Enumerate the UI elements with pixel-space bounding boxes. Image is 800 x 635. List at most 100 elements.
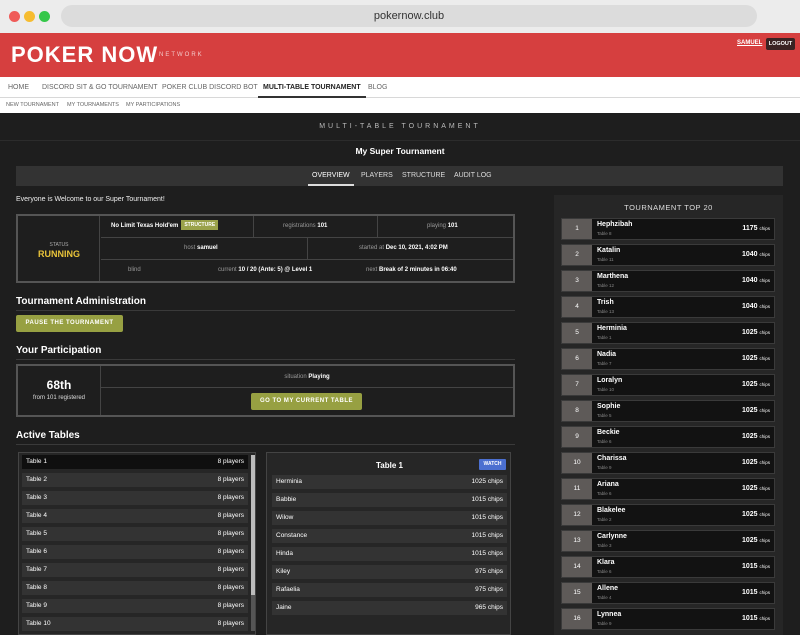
url-bar[interactable]: pokernow.club bbox=[61, 5, 757, 27]
leaderboard-table: Table 5 bbox=[597, 413, 612, 418]
started-at: started at Dec 10, 2021, 4:02 PM bbox=[359, 245, 448, 251]
subnav-my-participations[interactable]: MY PARTICIPATIONS bbox=[126, 98, 180, 113]
leaderboard-name: Sophie bbox=[597, 403, 621, 410]
leaderboard-rank: 15 bbox=[562, 583, 592, 603]
leaderboard-row[interactable]: 15 Allene Table 4 1015 chips bbox=[561, 582, 775, 604]
table-row[interactable]: Table 48 players bbox=[22, 509, 248, 523]
leaderboard-rank: 12 bbox=[562, 505, 592, 525]
tournament-tabs: OVERVIEW PLAYERS STRUCTURE AUDIT LOG bbox=[16, 166, 783, 186]
close-window-dot[interactable] bbox=[9, 11, 20, 22]
leaderboard-row[interactable]: 12 Blakelee Table 2 1025 chips bbox=[561, 504, 775, 526]
tab-players[interactable]: PLAYERS bbox=[361, 166, 393, 186]
registrations: registrations 101 bbox=[283, 223, 328, 229]
leaderboard-row[interactable]: 6 Nadia Table 7 1025 chips bbox=[561, 348, 775, 370]
leaderboard-chips: 1025 chips bbox=[741, 511, 770, 518]
table-row[interactable]: Table 18 players bbox=[22, 455, 248, 469]
leaderboard-table: Table 9 bbox=[597, 465, 612, 470]
leaderboard-rank: 7 bbox=[562, 375, 592, 395]
leaderboard-chips: 1025 chips bbox=[741, 485, 770, 492]
table-row[interactable]: Table 98 players bbox=[22, 599, 248, 613]
leaderboard-row[interactable]: 14 Klara Table 6 1015 chips bbox=[561, 556, 775, 578]
leaderboard-rank: 1 bbox=[562, 219, 592, 239]
leaderboard-name: Ariana bbox=[597, 481, 619, 488]
table-row[interactable]: Table 58 players bbox=[22, 527, 248, 541]
playing-count: playing 101 bbox=[427, 223, 458, 229]
leaderboard-row[interactable]: 3 Marthena Table 12 1040 chips bbox=[561, 270, 775, 292]
leaderboard-table: Table 7 bbox=[597, 361, 612, 366]
nav-home[interactable]: HOME bbox=[8, 77, 29, 98]
leaderboard-name: Lynnea bbox=[597, 611, 622, 618]
leaderboard-row[interactable]: 2 Katalin Table 11 1040 chips bbox=[561, 244, 775, 266]
top20-panel: TOURNAMENT TOP 20 1 Hephzibah Table 8 1175 … bbox=[554, 195, 783, 635]
table-row[interactable]: Table 10 8 players bbox=[22, 617, 248, 631]
leaderboard-chips: 1040 chips bbox=[741, 303, 770, 310]
section-band: MULTI-TABLE TOURNAMENT bbox=[0, 113, 800, 141]
pause-tournament-button[interactable]: PAUSE THE TOURNAMENT bbox=[16, 315, 123, 332]
subnav-new-tournament[interactable]: NEW TOURNAMENT bbox=[6, 98, 59, 113]
table-row[interactable]: Table 88 players bbox=[22, 581, 248, 595]
site-logo[interactable]: POKER NOW bbox=[11, 42, 158, 68]
tournament-status-box: STATUS RUNNING No Limit Texas Hold'em STR… bbox=[16, 214, 515, 283]
leaderboard-row[interactable]: 13 Carlynne Table 3 1025 chips bbox=[561, 530, 775, 552]
leaderboard-table: Table 12 bbox=[597, 283, 615, 288]
leaderboard-name: Allene bbox=[597, 585, 619, 592]
leaderboard-name: Trish bbox=[597, 299, 614, 306]
structure-button[interactable]: STRUCTURE bbox=[181, 220, 219, 231]
leaderboard-row[interactable]: 4 Trish Table 13 1040 chips bbox=[561, 296, 775, 318]
leaderboard-chips: 1015 chips bbox=[741, 563, 770, 570]
table-row[interactable]: Table 78 players bbox=[22, 563, 248, 577]
main-nav: HOME DISCORD SIT & GO TOURNAMENT POKER C… bbox=[0, 77, 800, 98]
leaderboard-row[interactable]: 5 Herminia Table 1 1025 chips bbox=[561, 322, 775, 344]
leaderboard-rank: 10 bbox=[562, 453, 592, 473]
leaderboard-name: Herminia bbox=[597, 325, 627, 332]
leaderboard-rank: 8 bbox=[562, 401, 592, 421]
nav-multi-table-tournament[interactable]: MULTI-TABLE TOURNAMENT bbox=[258, 77, 366, 98]
leaderboard-chips: 1175 chips bbox=[742, 225, 770, 232]
nav-blog[interactable]: BLOG bbox=[368, 77, 387, 98]
maximize-window-dot[interactable] bbox=[39, 11, 50, 22]
leaderboard-table: Table 4 bbox=[597, 595, 612, 600]
network-label: NETWORK bbox=[159, 52, 204, 58]
leaderboard-chips: 1025 chips bbox=[741, 459, 770, 466]
leaderboard-row[interactable]: 7 Loralyn Table 10 1025 chips bbox=[561, 374, 775, 396]
go-to-current-table-button[interactable]: GO TO MY CURRENT TABLE bbox=[251, 393, 362, 410]
table-row[interactable]: Table 28 players bbox=[22, 473, 248, 487]
leaderboard-name: Marthena bbox=[597, 273, 629, 280]
game-type: No Limit Texas Hold'em STRUCTURE bbox=[111, 216, 219, 237]
participation-heading: Your Participation bbox=[16, 345, 102, 356]
site-header: POKER NOW NETWORK SAMUEL LOGOUT bbox=[0, 33, 800, 77]
leaderboard-row[interactable]: 8 Sophie Table 5 1025 chips bbox=[561, 400, 775, 422]
player-row: Herminia 1025 chips bbox=[272, 475, 507, 489]
leaderboard-table: Table 8 bbox=[597, 231, 612, 236]
blind-label: blind bbox=[128, 267, 141, 273]
player-row: Babbie 1015 chips bbox=[272, 493, 507, 507]
leaderboard-row[interactable]: 10 Charissa Table 9 1025 chips bbox=[561, 452, 775, 474]
leaderboard-chips: 1025 chips bbox=[741, 329, 770, 336]
nav-discord-bot[interactable]: POKER CLUB DISCORD BOT bbox=[162, 77, 258, 98]
watch-button[interactable]: WATCH bbox=[479, 459, 506, 470]
user-link[interactable]: SAMUEL bbox=[737, 40, 762, 46]
tab-overview[interactable]: OVERVIEW bbox=[308, 166, 354, 186]
subnav-my-tournaments[interactable]: MY TOURNAMENTS bbox=[67, 98, 119, 113]
minimize-window-dot[interactable] bbox=[24, 11, 35, 22]
nav-discord-sit-go[interactable]: DISCORD SIT & GO TOURNAMENT bbox=[42, 77, 158, 98]
logout-button[interactable]: LOGOUT bbox=[766, 38, 795, 50]
leaderboard-row[interactable]: 9 Beckie Table 6 1025 chips bbox=[561, 426, 775, 448]
tables-scrollbar-thumb[interactable] bbox=[251, 455, 255, 595]
leaderboard-row[interactable]: 1 Hephzibah Table 8 1175 chips bbox=[561, 218, 775, 240]
leaderboard-table: Table 13 bbox=[597, 309, 615, 314]
leaderboard-chips: 1015 chips bbox=[741, 589, 770, 596]
table-row[interactable]: Table 38 players bbox=[22, 491, 248, 505]
tab-structure[interactable]: STRUCTURE bbox=[402, 166, 445, 186]
table-row[interactable]: Table 68 players bbox=[22, 545, 248, 559]
player-row: Jaine 965 chips bbox=[272, 601, 507, 615]
leaderboard-chips: 1025 chips bbox=[741, 381, 770, 388]
leaderboard-chips: 1040 chips bbox=[741, 277, 770, 284]
top20-title: TOURNAMENT TOP 20 bbox=[624, 203, 713, 212]
leaderboard-row[interactable]: 11 Ariana Table 6 1025 chips bbox=[561, 478, 775, 500]
leaderboard-chips: 1025 chips bbox=[741, 355, 770, 362]
tab-audit-log[interactable]: AUDIT LOG bbox=[454, 166, 492, 186]
leaderboard-rank: 14 bbox=[562, 557, 592, 577]
leaderboard-row[interactable]: 16 Lynnea Table 9 1015 chips bbox=[561, 608, 775, 630]
leaderboard-table: Table 10 bbox=[597, 387, 615, 392]
